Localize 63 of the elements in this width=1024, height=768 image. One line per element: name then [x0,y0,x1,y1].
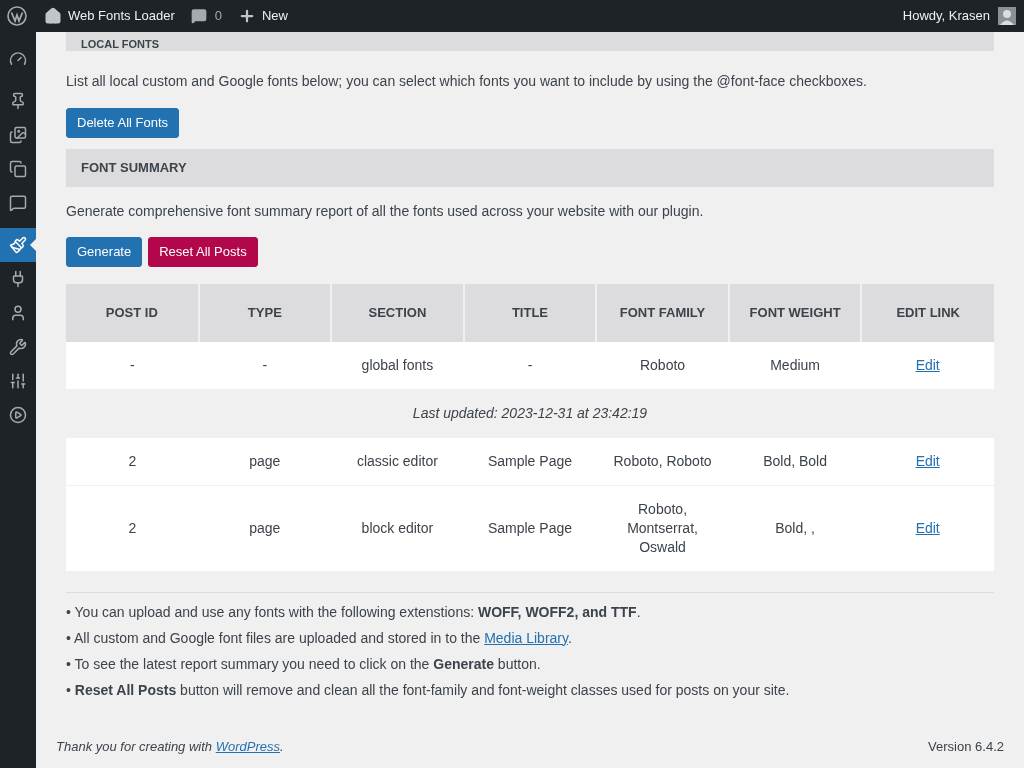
table-cell: block editor [331,485,464,571]
link[interactable]: Media Library [484,629,568,646]
column-header: FONT FAMILY [596,284,729,342]
home-icon[interactable] [44,7,62,25]
table-cell: Sample Page [463,485,597,571]
column-header: EDIT LINK [861,284,994,342]
greeting[interactable]: Howdy, Krasen [902,6,990,26]
table-cell: Bold, Bold [728,437,862,485]
table-cell: Medium [728,342,862,390]
info-note: • Reset All Posts button will remove and clean all the font-family and font-weight classes used for posts on your site. [66,680,791,700]
table-cell: 2 [66,437,199,485]
play-icon [9,406,27,424]
last-updated-note: Last updated: 2023-12-31 at 23:42:19 [412,405,648,422]
table-cell: classic editor [331,437,464,485]
table-cell: global fonts [331,342,464,390]
action-button[interactable]: Reset All Posts [148,237,258,267]
section-heading: FONT SUMMARY [81,159,187,178]
table-cell: Sample Page [463,437,597,485]
table-cell: - [463,342,597,390]
table-cell: Roboto, Roboto [596,437,729,485]
column-header: TYPE [198,284,332,342]
pin-icon [9,92,27,110]
sliders-icon [9,372,27,390]
site-name[interactable]: Web Fonts Loader [68,6,175,26]
brush-icon [9,236,27,254]
comment-icon[interactable] [190,8,207,24]
media-icon [9,126,27,144]
table-cell: - [198,342,332,390]
pages-icon [9,160,27,178]
table-cell: - [66,342,199,390]
table-cell: page [198,485,332,571]
info-note: • To see the latest report summary you need to click on the Generate button. [66,654,542,674]
table-cell: Roboto, Montserrat, Oswald [596,485,729,571]
version-text: Version 6.4.2 [928,737,1004,756]
table-cell: 2 [66,485,199,571]
section-description: List all local custom and Google fonts below; you can select which fonts you want to include by using the @font-face checkboxes. [66,72,868,91]
edit-link[interactable]: Edit [915,357,940,373]
action-button[interactable]: Generate [66,237,143,267]
sidebar-item[interactable] [0,228,36,262]
table-cell: Bold, , [728,485,862,571]
wordpress-logo-icon[interactable] [7,6,27,26]
new-label[interactable]: New [261,6,288,26]
edit-link[interactable]: Edit [915,519,940,536]
action-button[interactable]: Delete All Fonts [66,108,180,138]
info-note: • All custom and Google font files are uploaded and stored in to the Media Library. [66,628,573,648]
comment-icon [9,194,27,212]
info-note: • You can upload and use any fonts with the following extenstions: WOFF, WOFF2, and TTF. [66,602,642,622]
column-header: SECTION [331,284,464,342]
column-header: TITLE [463,284,597,342]
wrench-icon [9,338,27,356]
column-header: FONT WEIGHT [728,284,862,342]
user-icon [9,304,27,322]
gauge-icon [9,50,27,68]
table-cell: page [198,437,332,485]
column-header: POST ID [66,284,199,342]
footer-thanks: Thank you for creating with WordPress. [56,737,284,756]
link[interactable]: WordPress [215,738,280,754]
section-heading: LOCAL FONTS [81,38,159,51]
section-description: Generate comprehensive font summary report of all the fonts used across your website with our plugin. [66,202,705,221]
edit-link[interactable]: Edit [915,452,940,469]
table-cell: Roboto [596,342,729,390]
comments-count[interactable]: 0 [214,6,222,26]
menu-pointer [30,239,36,251]
